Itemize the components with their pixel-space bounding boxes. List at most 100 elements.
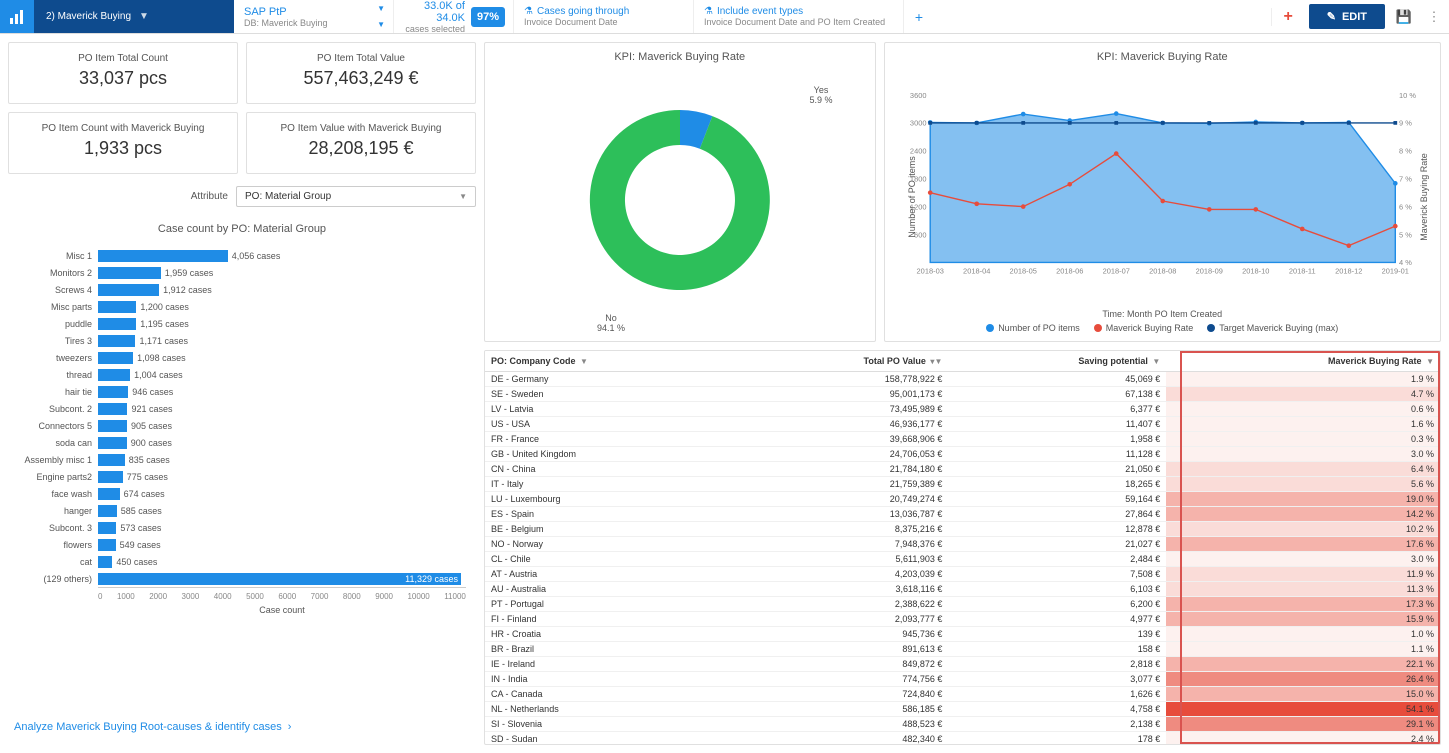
svg-text:2018-11: 2018-11	[1288, 267, 1315, 276]
filter-2[interactable]: ⚗Include event types Invoice Document Da…	[694, 0, 904, 33]
cases-indicator[interactable]: 33.0K of 34.0K cases selected 97%	[394, 0, 514, 33]
donut-yes-label: Yes5.9 %	[809, 85, 832, 105]
kpi-total-value[interactable]: PO Item Total Value 557,463,249 €	[246, 42, 476, 104]
table-row[interactable]: SE - Sweden 95,001,173 € 67,138 € 4.7 %	[485, 387, 1440, 402]
table-row[interactable]: CL - Chile 5,611,903 € 2,484 € 3.0 %	[485, 552, 1440, 567]
kpi-maverick-count[interactable]: PO Item Count with Maverick Buying 1,933…	[8, 112, 238, 174]
hbar-row[interactable]: soda can 900 cases	[98, 434, 466, 451]
data-table[interactable]: PO: Company Code ▼ Total PO Value ▾▼ Sav…	[484, 350, 1441, 745]
svg-text:2018-04: 2018-04	[963, 267, 990, 276]
table-row[interactable]: BE - Belgium 8,375,216 € 12,878 € 10.2 %	[485, 522, 1440, 537]
filter-icon: ▼	[580, 357, 588, 366]
table-row[interactable]: FI - Finland 2,093,777 € 4,977 € 15.9 %	[485, 612, 1440, 627]
svg-text:2018-10: 2018-10	[1242, 267, 1269, 276]
table-row[interactable]: FR - France 39,668,906 € 1,958 € 0.3 %	[485, 432, 1440, 447]
hbar-row[interactable]: (129 others) 11,329 cases	[98, 570, 466, 587]
svg-text:2018-12: 2018-12	[1335, 267, 1362, 276]
table-row[interactable]: CN - China 21,784,180 € 21,050 € 6.4 %	[485, 462, 1440, 477]
table-row[interactable]: CA - Canada 724,840 € 1,626 € 15.0 %	[485, 687, 1440, 702]
filter-icon: ⚗	[524, 6, 533, 17]
col-value[interactable]: Total PO Value ▾▼	[738, 351, 949, 372]
edit-button[interactable]: ✎ EDIT	[1309, 4, 1385, 29]
hbar-row[interactable]: Assembly misc 1 835 cases	[98, 451, 466, 468]
cases-pct-badge: 97%	[471, 7, 505, 27]
kpi-maverick-value[interactable]: PO Item Value with Maverick Buying 28,20…	[246, 112, 476, 174]
line-legend: Number of PO items Maverick Buying Rate …	[893, 323, 1433, 333]
tab-title: 2) Maverick Buying	[46, 11, 131, 22]
add-filter-button[interactable]: +	[904, 0, 934, 33]
hbar-row[interactable]: cat 450 cases	[98, 553, 466, 570]
kpi-total-count[interactable]: PO Item Total Count 33,037 pcs	[8, 42, 238, 104]
hbar-row[interactable]: Monitors 2 1,959 cases	[98, 264, 466, 281]
datasource-selector[interactable]: SAP PtP DB: Maverick Buying ▼ ▼	[234, 0, 394, 33]
hbar-row[interactable]: Subcont. 3 573 cases	[98, 519, 466, 536]
svg-text:3000: 3000	[909, 119, 926, 128]
attribute-select[interactable]: PO: Material Group ▼	[236, 186, 476, 207]
table-row[interactable]: PT - Portugal 2,388,622 € 6,200 € 17.3 %	[485, 597, 1440, 612]
hbar-row[interactable]: puddle 1,195 cases	[98, 315, 466, 332]
table-row[interactable]: LV - Latvia 73,495,989 € 6,377 € 0.6 %	[485, 402, 1440, 417]
table-row[interactable]: BR - Brazil 891,613 € 158 € 1.1 %	[485, 642, 1440, 657]
table-row[interactable]: SI - Slovenia 488,523 € 2,138 € 29.1 %	[485, 717, 1440, 732]
sort-desc-icon: ▾▼	[930, 357, 942, 366]
line-chart-card[interactable]: KPI: Maverick Buying Rate Number of PO i…	[884, 42, 1442, 342]
svg-text:2018-07: 2018-07	[1102, 267, 1129, 276]
analyze-link[interactable]: Analyze Maverick Buying Root-causes & id…	[8, 709, 476, 745]
svg-text:3600: 3600	[909, 91, 926, 100]
table-row[interactable]: AT - Austria 4,203,039 € 7,508 € 11.9 %	[485, 567, 1440, 582]
table-row[interactable]: AU - Australia 3,618,116 € 6,103 € 11.3 …	[485, 582, 1440, 597]
svg-text:9 %: 9 %	[1399, 119, 1412, 128]
col-rate[interactable]: Maverick Buying Rate ▼	[1166, 351, 1440, 372]
table-row[interactable]: US - USA 46,936,177 € 11,407 € 1.6 %	[485, 417, 1440, 432]
table-row[interactable]: NL - Netherlands 586,185 € 4,758 € 54.1 …	[485, 702, 1440, 717]
topbar: 2) Maverick Buying ▼ SAP PtP DB: Maveric…	[0, 0, 1449, 34]
hbar-chart[interactable]: PO: Material Group Misc 1 4,056 cases Mo…	[8, 247, 476, 701]
table-row[interactable]: IN - India 774,756 € 3,077 € 26.4 %	[485, 672, 1440, 687]
svg-text:5 %: 5 %	[1399, 230, 1412, 239]
active-tab[interactable]: 2) Maverick Buying ▼	[34, 0, 234, 33]
hbar-row[interactable]: Engine parts2 775 cases	[98, 468, 466, 485]
datasource-title: SAP PtP	[244, 6, 383, 18]
col-company[interactable]: PO: Company Code ▼	[485, 351, 738, 372]
pencil-icon: ✎	[1327, 10, 1336, 23]
filter-icon: ⚗	[704, 6, 713, 17]
svg-text:2018-05: 2018-05	[1009, 267, 1036, 276]
hbar-row[interactable]: tweezers 1,098 cases	[98, 349, 466, 366]
table-row[interactable]: GB - United Kingdom 24,706,053 € 11,128 …	[485, 447, 1440, 462]
chevron-down-icon: ▼	[377, 4, 385, 13]
hbar-row[interactable]: Misc parts 1,200 cases	[98, 298, 466, 315]
svg-text:2018-08: 2018-08	[1149, 267, 1176, 276]
app-logo[interactable]	[0, 0, 34, 33]
hbar-row[interactable]: face wash 674 cases	[98, 485, 466, 502]
save-button[interactable]: 💾	[1389, 0, 1419, 34]
col-saving[interactable]: Saving potential ▼	[948, 351, 1166, 372]
donut-chart-card[interactable]: KPI: Maverick Buying Rate Yes5.9 % No94.…	[484, 42, 876, 342]
svg-text:2400: 2400	[909, 147, 926, 156]
hbar-row[interactable]: thread 1,004 cases	[98, 366, 466, 383]
hbar-row[interactable]: Screws 4 1,912 cases	[98, 281, 466, 298]
table-row[interactable]: HR - Croatia 945,736 € 139 € 1.0 %	[485, 627, 1440, 642]
hbar-row[interactable]: Connectors 5 905 cases	[98, 417, 466, 434]
table-row[interactable]: SD - Sudan 482,340 € 178 € 2.4 %	[485, 732, 1440, 746]
table-row[interactable]: LU - Luxembourg 20,749,274 € 59,164 € 19…	[485, 492, 1440, 507]
table-row[interactable]: NO - Norway 7,948,376 € 21,027 € 17.6 %	[485, 537, 1440, 552]
filter-1[interactable]: ⚗Cases going through Invoice Document Da…	[514, 0, 694, 33]
more-menu-button[interactable]: ⋮	[1419, 0, 1449, 34]
hbar-row[interactable]: Subcont. 2 921 cases	[98, 400, 466, 417]
svg-text:7 %: 7 %	[1399, 174, 1412, 183]
table-row[interactable]: DE - Germany 158,778,922 € 45,069 € 1.9 …	[485, 372, 1440, 387]
svg-text:2018-09: 2018-09	[1195, 267, 1222, 276]
table-row[interactable]: IT - Italy 21,759,389 € 18,265 € 5.6 %	[485, 477, 1440, 492]
table-row[interactable]: ES - Spain 13,036,787 € 27,864 € 14.2 %	[485, 507, 1440, 522]
svg-text:6 %: 6 %	[1399, 202, 1412, 211]
attribute-label: Attribute	[191, 191, 228, 202]
hbar-row[interactable]: hair tie 946 cases	[98, 383, 466, 400]
donut-chart	[570, 90, 790, 310]
hbar-row[interactable]: flowers 549 cases	[98, 536, 466, 553]
hbar-row[interactable]: Misc 1 4,056 cases	[98, 247, 466, 264]
hbar-row[interactable]: Tires 3 1,171 cases	[98, 332, 466, 349]
line-chart: 600120018002400300036004 %5 %6 %7 %8 %9 …	[893, 67, 1433, 309]
add-button[interactable]: +	[1271, 8, 1305, 26]
table-row[interactable]: IE - Ireland 849,872 € 2,818 € 22.1 %	[485, 657, 1440, 672]
hbar-row[interactable]: hanger 585 cases	[98, 502, 466, 519]
